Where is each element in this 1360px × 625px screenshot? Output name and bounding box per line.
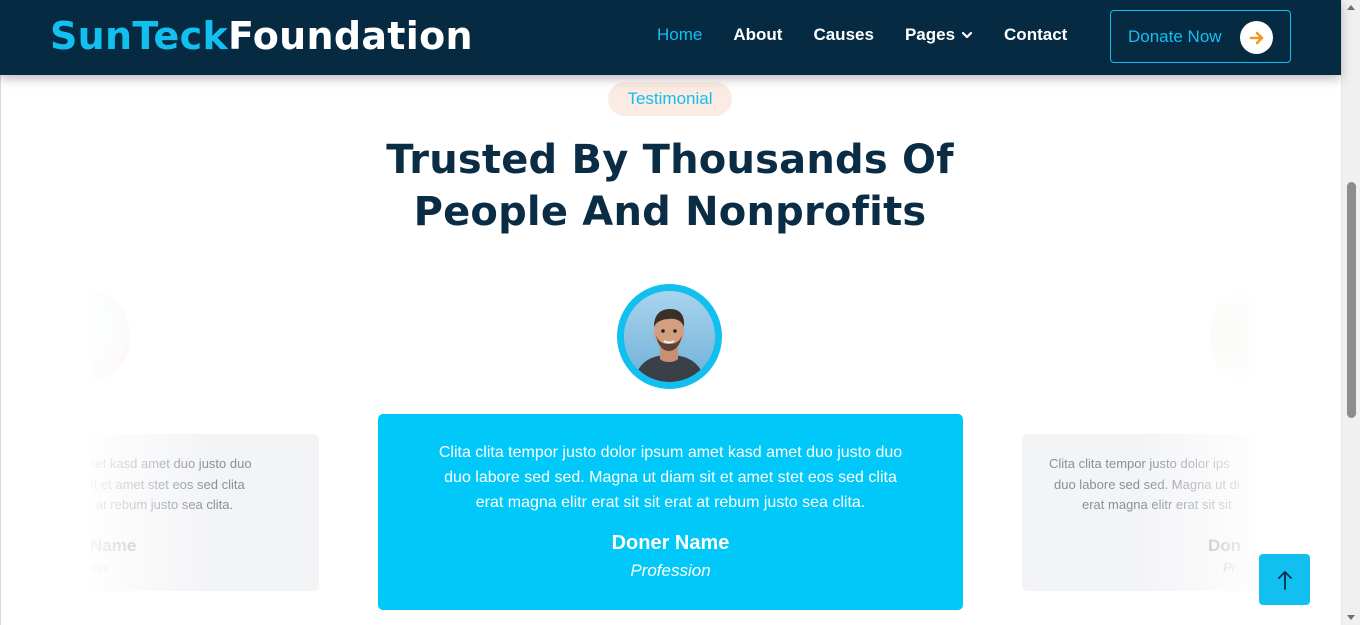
back-to-top-button[interactable] bbox=[1259, 554, 1310, 605]
testimonial-donor-name: Doner Name bbox=[611, 532, 730, 554]
page-scrollbar[interactable] bbox=[1341, 0, 1360, 625]
scroll-up-icon[interactable] bbox=[1347, 5, 1355, 10]
nav-pages[interactable]: Pages bbox=[905, 25, 973, 45]
testimonial-quote-line-3: erat magna elitr erat sit sit erat at re… bbox=[475, 494, 866, 511]
testimonial-quote-line-1: Clita clita tempor justo dolor ipsum ame… bbox=[438, 444, 903, 461]
brand-part-2: Foundation bbox=[228, 14, 473, 58]
navbar: SunTeckFoundation Home About Causes Page… bbox=[0, 0, 1341, 75]
chevron-down-icon bbox=[961, 31, 973, 39]
testimonial-center-card[interactable]: Clita clita tempor justo dolor ipsum ame… bbox=[378, 414, 963, 610]
scroll-down-icon[interactable] bbox=[1347, 615, 1355, 620]
section-title: Trusted By Thousands Of People And Nonpr… bbox=[370, 134, 970, 238]
nav-pages-label: Pages bbox=[904, 25, 956, 44]
avatar bbox=[617, 284, 722, 389]
carousel-fade-right bbox=[1140, 280, 1260, 610]
nav-links: Home About Causes Pages Contact bbox=[657, 25, 1098, 45]
section-title-line-2: People And Nonprofits bbox=[413, 189, 927, 235]
nav-home[interactable]: Home bbox=[657, 25, 702, 45]
carousel-fade-left bbox=[90, 280, 210, 610]
carousel-mask-left bbox=[0, 75, 90, 625]
donate-now-button[interactable]: Donate Now bbox=[1110, 10, 1291, 63]
avatar-photo bbox=[624, 291, 715, 382]
donate-label: Donate Now bbox=[1128, 26, 1222, 46]
brand-part-1: SunTeck bbox=[50, 14, 229, 58]
carousel-mask-right bbox=[1258, 270, 1341, 550]
testimonial-quote: Clita clita tempor justo dolor ipsum ame… bbox=[408, 440, 933, 515]
section-badge: Testimonial bbox=[608, 82, 732, 116]
section-title-line-1: Trusted By Thousands Of bbox=[386, 137, 954, 183]
testimonial-quote-line-2: duo labore sed sed. Magna ut diam sit et… bbox=[444, 469, 897, 486]
nav-causes[interactable]: Causes bbox=[813, 25, 873, 45]
person-avatar-icon bbox=[624, 291, 715, 382]
page-left-border bbox=[0, 75, 1, 625]
scrollbar-thumb[interactable] bbox=[1347, 182, 1356, 418]
arrow-right-icon bbox=[1240, 21, 1273, 54]
arrow-up-icon bbox=[1277, 570, 1292, 590]
testimonial-profession: Profession bbox=[630, 561, 711, 580]
nav-contact[interactable]: Contact bbox=[1004, 25, 1067, 45]
nav-about[interactable]: About bbox=[733, 25, 782, 45]
brand-logo[interactable]: SunTeckFoundation bbox=[50, 14, 473, 58]
